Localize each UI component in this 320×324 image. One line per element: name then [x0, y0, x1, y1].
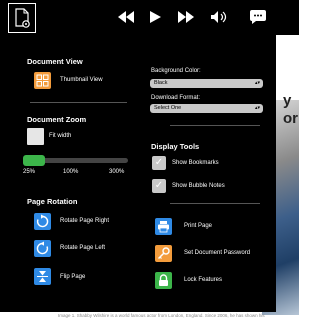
- play-icon[interactable]: [150, 11, 161, 23]
- document-zoom-heading: Document Zoom: [27, 115, 87, 124]
- rotate-right-icon: [36, 214, 49, 228]
- checkmark-icon: ✓: [154, 180, 164, 191]
- settings-panel: Document View Thumbnail View Document Zo…: [0, 35, 276, 312]
- rotate-right-button[interactable]: [34, 213, 51, 230]
- download-format-value: Select One: [154, 105, 182, 111]
- flip-page-label: Flip Page: [60, 274, 86, 280]
- lock-icon: [159, 274, 168, 286]
- rewind-icon[interactable]: [118, 11, 134, 23]
- thumbnail-view-label: Thumbnail View: [60, 77, 103, 83]
- rotate-left-icon: [36, 241, 49, 255]
- print-page-label: Print Page: [184, 223, 213, 229]
- page-rotation-heading: Page Rotation: [27, 197, 78, 206]
- show-bubble-notes-checkbox[interactable]: ✓: [152, 179, 166, 193]
- lock-features-button[interactable]: [155, 272, 172, 289]
- rotate-left-label: Rotate Page Left: [60, 245, 106, 251]
- zoom-tick-label: 300%: [109, 169, 125, 175]
- download-format-label: Download Format:: [151, 95, 201, 101]
- zoom-tick-label: 100%: [63, 169, 79, 175]
- show-bookmarks-checkbox[interactable]: ✓: [152, 156, 166, 170]
- document-view-heading: Document View: [27, 57, 83, 66]
- thumbnail-view-button[interactable]: [34, 72, 51, 89]
- divider: [170, 125, 260, 126]
- flip-page-button[interactable]: [34, 268, 51, 285]
- divider: [30, 102, 127, 103]
- grid-icon: [36, 74, 49, 87]
- set-password-button[interactable]: [155, 245, 172, 262]
- show-bubble-notes-label: Show Bubble Notes: [172, 183, 225, 189]
- zoom-slider-handle[interactable]: [23, 155, 45, 166]
- select-arrows-icon: ▴▾: [254, 105, 260, 111]
- select-arrows-icon: ▴▾: [254, 80, 260, 86]
- zoom-tick-label: 25%: [23, 169, 36, 175]
- document-settings-icon: [15, 8, 30, 28]
- document-caption: Image 1. Shabby Wilshire is a world famo…: [58, 313, 265, 318]
- volume-icon[interactable]: [211, 11, 227, 23]
- printer-icon: [158, 221, 169, 233]
- speech-bubble-icon[interactable]: [250, 9, 266, 25]
- flip-icon: [37, 271, 48, 282]
- checkmark-icon: ✓: [154, 157, 164, 168]
- document-menu-button[interactable]: [8, 3, 36, 33]
- lock-features-label: Lock Features: [184, 277, 223, 283]
- fit-width-label: Fit width: [49, 133, 72, 139]
- divider: [170, 203, 260, 204]
- fast-forward-icon[interactable]: [178, 11, 194, 23]
- key-icon: [157, 247, 170, 260]
- set-password-label: Set Document Password: [184, 250, 251, 256]
- top-toolbar: [0, 0, 299, 35]
- rotate-left-button[interactable]: [34, 240, 51, 257]
- fit-width-checkbox[interactable]: [27, 128, 44, 145]
- background-color-value: Black: [154, 80, 168, 86]
- rotate-right-label: Rotate Page Right: [60, 218, 110, 224]
- document-headline: y or: [283, 92, 298, 127]
- show-bookmarks-label: Show Bookmarks: [172, 160, 219, 166]
- background-color-select[interactable]: Black ▴▾: [150, 79, 263, 88]
- display-tools-heading: Display Tools: [151, 142, 200, 151]
- background-color-label: Background Color:: [151, 68, 201, 74]
- print-page-button[interactable]: [155, 218, 172, 235]
- download-format-select[interactable]: Select One ▴▾: [150, 104, 263, 113]
